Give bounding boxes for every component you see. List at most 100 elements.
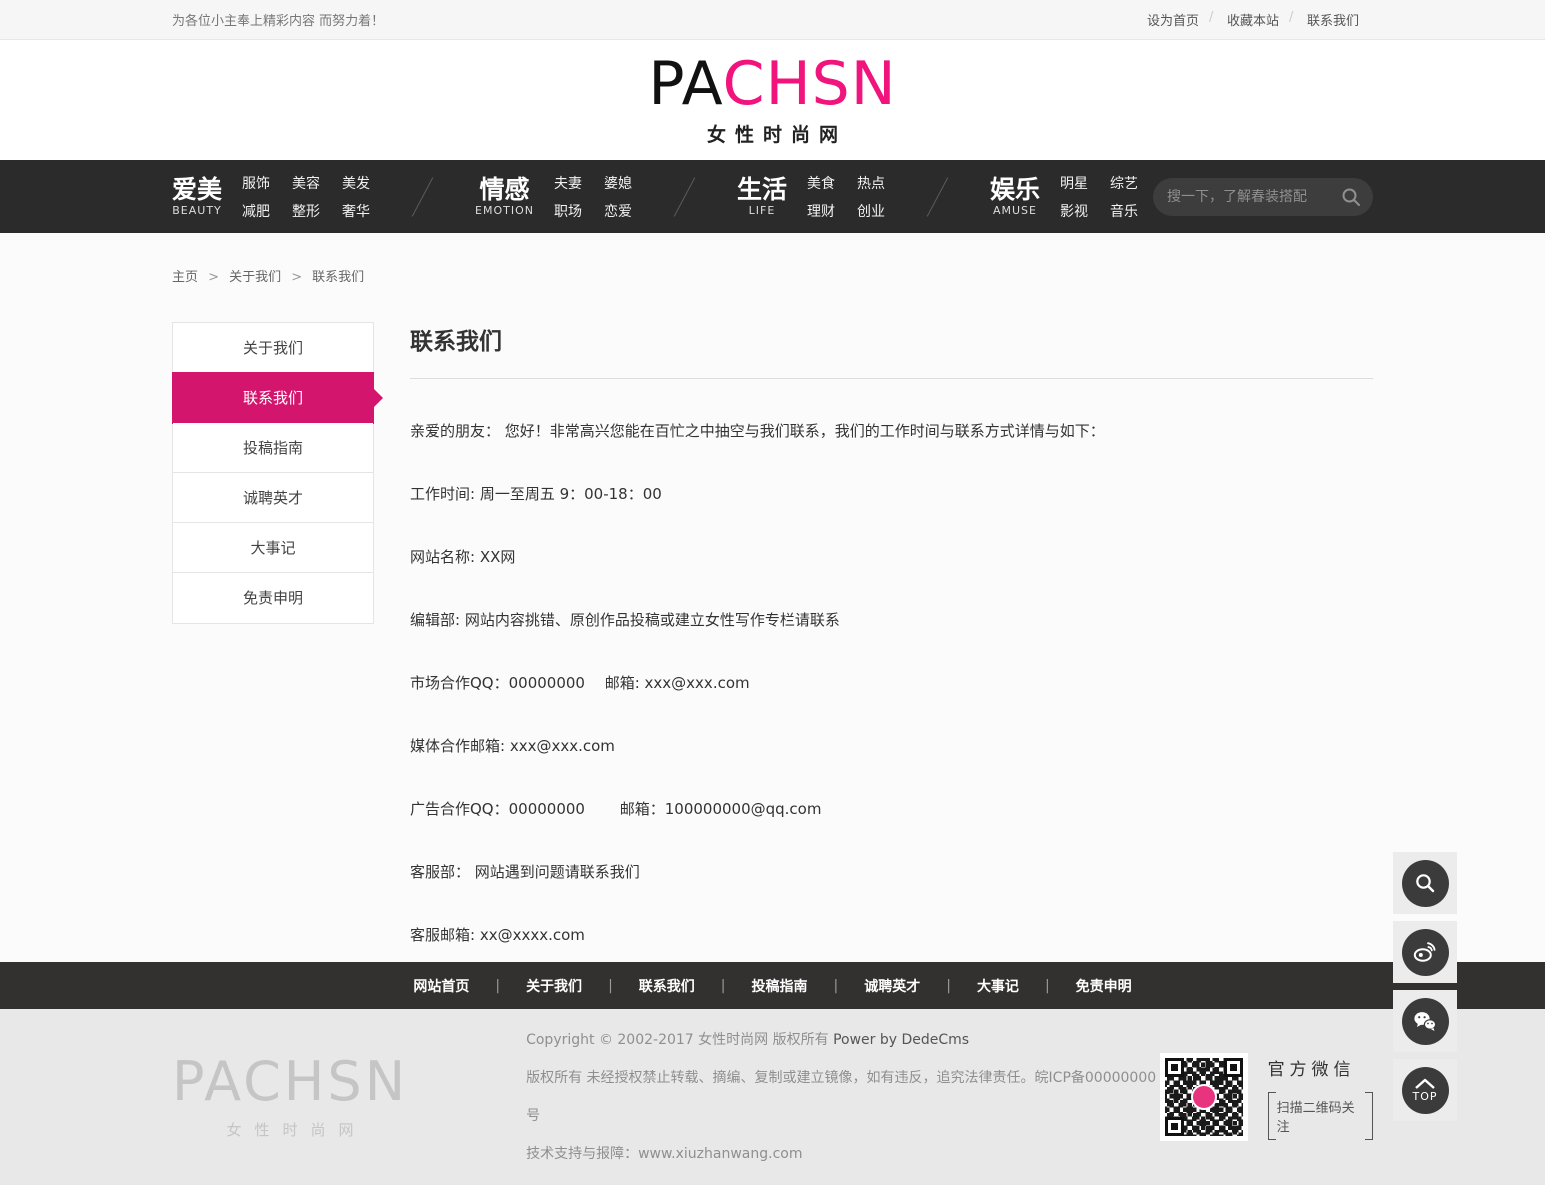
breadcrumb-about[interactable]: 关于我们 [208,270,281,285]
nav-amuse-subtitle: AMUSE [992,203,1037,217]
logo-subtitle: 女性时尚网 [706,123,847,146]
nav-amuse-title: 娱乐 [989,175,1040,205]
site-logo[interactable]: PACHSN [648,54,896,114]
footer-nav-milestones[interactable]: 大事记 [977,976,1019,996]
footer-wechat-block: 官方微信 扫描二维码关注 [1159,1053,1374,1141]
sidebar-item-jobs[interactable]: 诚聘英才 [173,473,373,523]
nav-link-meishi[interactable]: 美食 [807,173,835,193]
nav-emotion-title: 情感 [479,175,530,205]
copyright-text: Copyright © 2002-2017 女性时尚网 版权所有 [526,1032,834,1048]
nav-link-lianai[interactable]: 恋爱 [604,201,632,221]
footer-logo-subtitle: 女性时尚网 [226,1120,367,1139]
rights-line: 版权所有 未经授权禁止转载、摘编、复制或建立镜像，如有违反，追究法律责任。皖IC… [526,1070,1157,1124]
topbar-link-favorite[interactable]: 收藏本站 [1209,10,1293,29]
page-body: 关于我们 联系我们 投稿指南 诚聘英才 大事记 免责申明 联系我们 亲爱的朋友：… [172,322,1373,946]
footer-logo-text: PACHSN [172,1049,409,1113]
content-paragraph: 亲爱的朋友： 您好！非常高兴您能在百忙之中抽空与我们联系，我们的工作时间与联系方… [410,422,1105,440]
nav-link-mingxing[interactable]: 明星 [1060,173,1088,193]
breadcrumb-contact[interactable]: 联系我们 [291,270,364,285]
content-paragraph: 广告合作QQ：00000000 邮箱：100000000@qq.com [410,800,822,818]
qr-center-logo [1190,1084,1217,1110]
search-icon[interactable] [1341,187,1361,207]
nav-link-zongyi[interactable]: 综艺 [1110,173,1138,193]
nav-beauty-subtitle: BEAUTY [172,203,222,217]
floating-weibo-button[interactable] [1393,921,1457,983]
logo-text-pink: CHSN [722,48,897,119]
back-to-top-icon: TOP [1401,1066,1449,1114]
nav-divider [926,176,949,217]
content-paragraph: 客服部： 网站遇到问题请联系我们 [410,863,640,881]
breadcrumb-home[interactable]: 主页 [172,270,198,285]
nav-link-fushi[interactable]: 服饰 [242,173,270,193]
sidebar-item-submission[interactable]: 投稿指南 [173,423,373,473]
nav-divider [673,176,696,217]
nav-section-life: 生活 LIFE 美食 热点 理财 创业 [737,173,885,221]
nav-link-fuqi[interactable]: 夫妻 [554,173,582,193]
nav-link-licai[interactable]: 理财 [807,201,835,221]
support-line: 技术支持与报障：www.xiuzhanwang.com [526,1146,803,1162]
nav-link-zhichang[interactable]: 职场 [554,201,582,221]
nav-emotion-subtitle: EMOTION [475,203,534,217]
nav-divider [411,176,434,217]
qr-finder [1164,1058,1184,1077]
nav-link-chuangye[interactable]: 创业 [857,201,885,221]
footer-nav-disclaimer[interactable]: 免责申明 [1076,976,1132,996]
topbar-link-set-home[interactable]: 设为首页 [1133,10,1213,29]
wechat-title: 官方微信 [1267,1059,1356,1080]
content-paragraph: 市场合作QQ：00000000 邮箱: xxx@xxx.com [410,674,750,692]
footer-nav-jobs[interactable]: 诚聘英才 [864,976,920,996]
powered-by-text: Power by DedeCms [833,1032,970,1048]
weibo-icon [1401,928,1449,976]
content-paragraph: 媒体合作邮箱: xxx@xxx.com [410,737,615,755]
footer-nav-home[interactable]: 网站首页 [413,976,469,996]
floating-wechat-button[interactable] [1393,990,1457,1052]
footer-logo: PACHSN 女性时尚网 [172,1049,409,1140]
sidebar-item-about[interactable]: 关于我们 [173,323,373,373]
sidebar-item-contact[interactable]: 联系我们 [172,372,383,424]
header: PACHSN 女性时尚网 [0,40,1545,160]
search-icon [1401,859,1449,907]
sidebar-menu: 关于我们 联系我们 投稿指南 诚聘英才 大事记 免责申明 [172,322,383,624]
footer-nav: 网站首页 关于我们 联系我们 投稿指南 诚聘英才 大事记 免责申明 [0,962,1545,1009]
footer-nav-contact[interactable]: 联系我们 [639,976,695,996]
content-paragraph: 编辑部: 网站内容挑错、原创作品投稿或建立女性写作专栏请联系 [410,611,840,629]
nav-beauty-title: 爱美 [172,175,223,205]
nav-beauty-button[interactable]: 爱美 BEAUTY [172,176,222,217]
nav-link-poxi[interactable]: 婆媳 [604,173,632,193]
topbar-slogan: 为各位小主奉上精彩内容 而努力着！ [172,14,385,29]
nav-emotion-button[interactable]: 情感 EMOTION [475,176,534,217]
topbar-links: 设为首页 收藏本站 联系我们 [1133,10,1373,29]
topbar: 为各位小主奉上精彩内容 而努力着！ 设为首页 收藏本站 联系我们 [0,0,1545,40]
footer-nav-about[interactable]: 关于我们 [526,976,582,996]
nav-link-redian[interactable]: 热点 [857,173,885,193]
nav-link-shehua[interactable]: 奢华 [342,201,370,221]
nav-life-button[interactable]: 生活 LIFE [737,176,787,217]
nav-link-meifa[interactable]: 美发 [342,173,370,193]
floating-search-button[interactable] [1393,852,1457,914]
nav-link-yingshi[interactable]: 影视 [1060,201,1088,221]
qr-finder [1164,1117,1184,1136]
wechat-qr-code [1159,1053,1248,1141]
footer-nav-submission[interactable]: 投稿指南 [752,976,808,996]
nav-link-yinyue[interactable]: 音乐 [1110,201,1138,221]
footer: PACHSN 女性时尚网 Copyright © 2002-2017 女性时尚网… [0,1009,1545,1185]
content-paragraph: 客服邮箱: xx@xxxx.com [410,926,585,944]
topbar-link-contact[interactable]: 联系我们 [1289,10,1373,29]
nav-link-jianfei[interactable]: 减肥 [242,201,270,221]
sidebar-item-disclaimer[interactable]: 免责申明 [173,573,373,623]
nav-link-meirong[interactable]: 美容 [292,173,320,193]
main-content: 联系我们 亲爱的朋友： 您好！非常高兴您能在百忙之中抽空与我们联系，我们的工作时… [410,322,1373,946]
wechat-subtitle: 扫描二维码关注 [1267,1091,1374,1140]
content-paragraph: 工作时间: 周一至周五 9：00-18：00 [410,485,662,503]
floating-back-to-top-button[interactable]: TOP [1393,1059,1457,1121]
search-box [1153,177,1373,216]
sidebar-item-milestones[interactable]: 大事记 [173,523,373,573]
nav-amuse-button[interactable]: 娱乐 AMUSE [990,176,1040,217]
search-input[interactable] [1167,188,1341,205]
nav-section-amuse: 娱乐 AMUSE 明星 综艺 影视 音乐 [990,173,1138,221]
qr-finder [1223,1058,1243,1077]
logo-text-black: PA [648,48,723,119]
nav-link-zhengxing[interactable]: 整形 [292,201,320,221]
nav-section-beauty: 爱美 BEAUTY 服饰 美容 美发 减肥 整形 奢华 [172,173,370,221]
footer-copyright: Copyright © 2002-2017 女性时尚网 版权所有 Power b… [526,1021,1159,1173]
